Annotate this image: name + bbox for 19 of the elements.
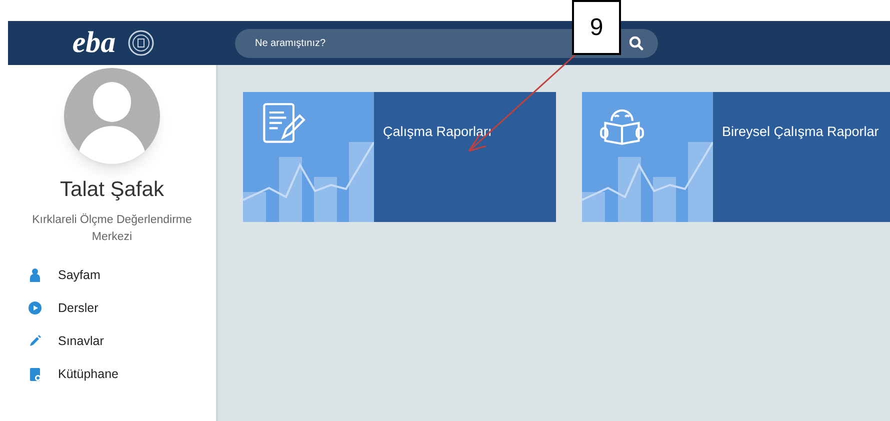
menu-item[interactable]: Sınavlar (58, 332, 104, 350)
profile-organization: Kırklareli Ölçme Değerlendirme Merkezi (31, 212, 193, 244)
card-title: Çalışma Raporları (383, 124, 492, 139)
library-icon (28, 366, 42, 382)
report-card[interactable]: Bireysel Çalışma Raporlar (582, 92, 890, 222)
play-icon (28, 300, 42, 316)
menu-item[interactable]: Dersler (58, 298, 98, 318)
eba-logo[interactable]: eba (72, 28, 116, 58)
user-icon (28, 268, 42, 282)
report-card[interactable]: Çalışma Raporları (243, 92, 556, 222)
menu-item[interactable]: Sayfam (58, 266, 100, 284)
document-pencil-icon (260, 102, 306, 146)
profile-name: Talat Şafak (60, 177, 164, 203)
pencil-icon (28, 334, 42, 348)
search-icon[interactable] (628, 34, 644, 50)
card-title: Bireysel Çalışma Raporlar (722, 124, 879, 139)
emblem-icon (128, 30, 154, 56)
callout-number: 9 (572, 0, 621, 55)
menu-item[interactable]: Kütüphane (58, 364, 118, 384)
